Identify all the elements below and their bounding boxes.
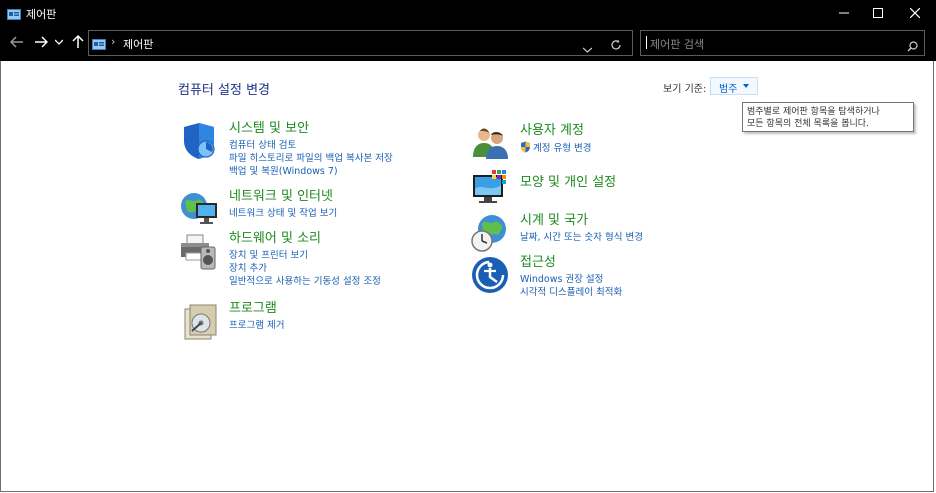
- category-link[interactable]: 네트워크 상태 및 작업 보기: [229, 207, 337, 220]
- category-link[interactable]: 시각적 디스플레이 최적화: [520, 286, 622, 299]
- dropdown-arrow-icon: [743, 84, 749, 88]
- content-area: 컴퓨터 설정 변경 보기 기준: 범주 범주별로 제어판 항목을 탐색하거나 모…: [0, 61, 934, 492]
- clock-globe-icon[interactable]: [470, 213, 510, 253]
- monitor-palette-icon[interactable]: [470, 169, 510, 209]
- category-title[interactable]: 접근성: [520, 255, 622, 271]
- category-link[interactable]: 컴퓨터 상태 검토: [229, 139, 393, 152]
- up-arrow-icon: [72, 35, 84, 48]
- text-cursor: [646, 36, 647, 49]
- category-title[interactable]: 시계 및 국가: [520, 213, 643, 229]
- up-button[interactable]: [69, 33, 87, 51]
- back-arrow-icon: [10, 36, 23, 48]
- search-placeholder: 제어판 검색: [650, 38, 705, 51]
- refresh-button[interactable]: [610, 36, 622, 55]
- tooltip-line: 모든 항목의 전체 목록을 봅니다.: [747, 119, 869, 129]
- window-title: 제어판: [26, 8, 57, 21]
- close-icon: [910, 7, 920, 18]
- view-by-dropdown[interactable]: 범주: [710, 77, 758, 95]
- chevron-down-icon: [582, 47, 593, 53]
- breadcrumb-separator-icon: ›: [111, 35, 116, 48]
- category-title[interactable]: 네트워크 및 인터넷: [229, 189, 337, 205]
- navigation-bar: › 제어판 제어판 검색: [0, 25, 936, 61]
- uac-shield-icon: [520, 141, 531, 157]
- minimize-icon: [839, 12, 849, 13]
- view-by-tooltip: 범주별로 제어판 항목을 탐색하거나 모든 항목의 전체 목록을 봅니다.: [742, 102, 914, 132]
- category-link[interactable]: 백업 및 복원(Windows 7): [229, 165, 393, 178]
- category-link[interactable]: 일반적으로 사용하는 기동성 설정 조정: [229, 275, 381, 288]
- forward-button[interactable]: [32, 33, 50, 51]
- category-link[interactable]: 프로그램 제거: [229, 319, 284, 332]
- network-globe-icon[interactable]: [179, 189, 219, 229]
- category-link[interactable]: 계정 유형 변경: [520, 141, 591, 157]
- users-icon[interactable]: [470, 123, 510, 163]
- title-bar: 제어판: [0, 0, 936, 25]
- search-box[interactable]: 제어판 검색: [640, 30, 925, 56]
- category-link[interactable]: 파일 히스토리로 파일의 백업 복사본 저장: [229, 152, 393, 165]
- back-button[interactable]: [8, 33, 26, 51]
- category-link[interactable]: 장치 추가: [229, 262, 381, 275]
- page-title: 컴퓨터 설정 변경: [178, 83, 270, 98]
- category-title[interactable]: 모양 및 개인 설정: [520, 175, 616, 191]
- category-title[interactable]: 프로그램: [229, 301, 284, 317]
- address-dropdown-button[interactable]: [582, 38, 593, 57]
- shield-icon[interactable]: [179, 121, 219, 161]
- printer-speaker-icon[interactable]: [179, 231, 219, 271]
- address-bar[interactable]: › 제어판: [88, 30, 633, 56]
- view-by-label: 보기 기준:: [663, 84, 707, 95]
- tooltip-line: 범주별로 제어판 항목을 탐색하거나: [747, 107, 880, 117]
- breadcrumb[interactable]: 제어판: [123, 36, 153, 52]
- category-title[interactable]: 사용자 계정: [520, 123, 591, 139]
- refresh-icon: [611, 39, 621, 50]
- search-icon[interactable]: [907, 37, 918, 56]
- category-link[interactable]: 날짜, 시간 또는 숫자 형식 변경: [520, 231, 643, 244]
- category-title[interactable]: 하드웨어 및 소리: [229, 231, 381, 247]
- forward-arrow-icon: [35, 36, 48, 48]
- recent-locations-button[interactable]: [53, 33, 65, 51]
- category-link-text: 계정 유형 변경: [533, 143, 592, 154]
- close-button[interactable]: [892, 0, 936, 25]
- view-by-value: 범주: [719, 84, 738, 95]
- control-panel-icon: [92, 36, 106, 55]
- category-link[interactable]: Windows 권장 설정: [520, 273, 622, 286]
- ease-of-access-icon[interactable]: [470, 255, 510, 295]
- category-link[interactable]: 장치 및 프린터 보기: [229, 249, 381, 262]
- control-panel-icon: [7, 6, 21, 25]
- maximize-icon: [873, 7, 883, 18]
- chevron-down-icon: [55, 39, 63, 45]
- category-title[interactable]: 시스템 및 보안: [229, 121, 393, 137]
- programs-icon[interactable]: [179, 301, 219, 341]
